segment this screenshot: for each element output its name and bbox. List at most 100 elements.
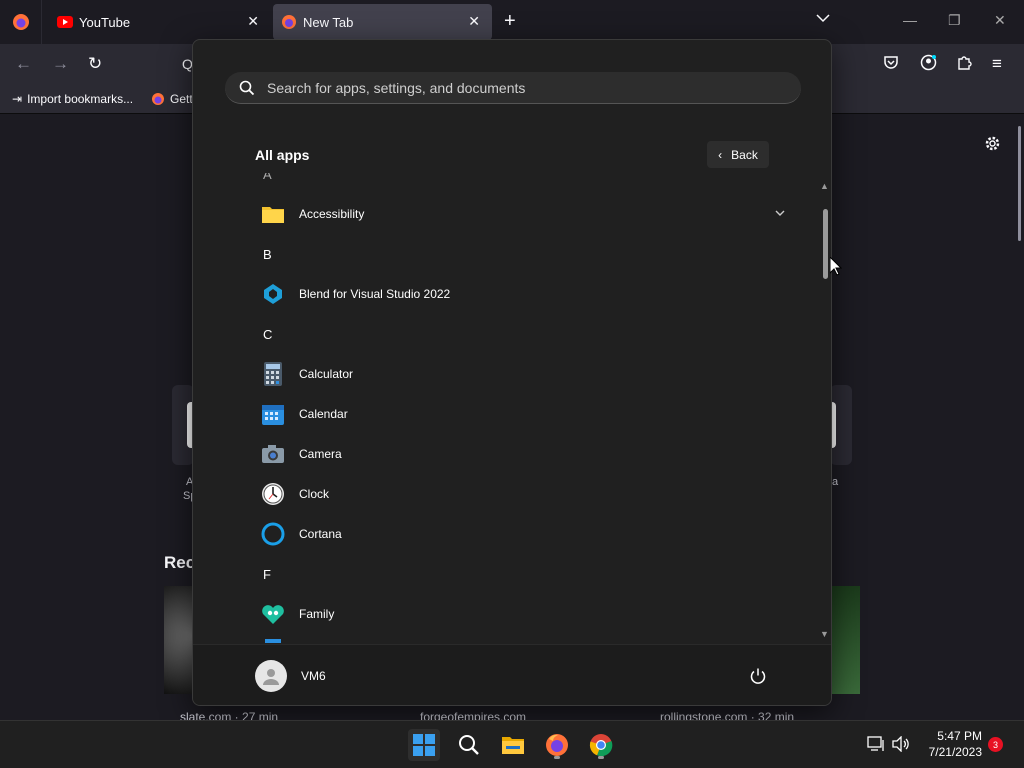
shortcut-tile[interactable] [172, 385, 194, 465]
app-blend[interactable]: Blend for Visual Studio 2022 [245, 274, 785, 314]
notification-badge[interactable]: 3 [988, 737, 1003, 752]
chevron-down-icon[interactable] [775, 206, 785, 220]
next-app-icon-partial [265, 639, 281, 643]
running-indicator [598, 756, 604, 759]
app-label: Cortana [299, 527, 342, 541]
taskbar-firefox[interactable] [541, 729, 573, 761]
import-icon: ⇥ [12, 92, 23, 106]
page-scrollbar[interactable] [1018, 126, 1021, 241]
clock-icon [251, 474, 295, 514]
bookmark-getting-started[interactable]: Gett [151, 92, 193, 106]
back-arrow-icon[interactable]: ← [15, 54, 32, 74]
app-label: Clock [299, 487, 330, 501]
recent-thumbnail[interactable] [832, 586, 860, 694]
bookmark-label: Import bookmarks... [27, 92, 134, 106]
close-window-icon[interactable]: ✕ [994, 12, 1006, 29]
app-label: Calendar [299, 407, 348, 421]
app-clock[interactable]: Clock [245, 474, 785, 514]
reload-icon[interactable]: ↻ [88, 54, 102, 74]
firefox-icon [282, 15, 296, 29]
start-button[interactable] [408, 729, 440, 761]
start-icon [413, 734, 435, 756]
hamburger-menu-icon[interactable]: ≡ [992, 54, 1002, 74]
letter-header-a[interactable]: A [263, 173, 272, 182]
app-family[interactable]: Family [245, 594, 785, 634]
shortcut-label: a [832, 476, 839, 488]
minimize-icon[interactable]: — [903, 12, 917, 28]
power-icon[interactable] [749, 667, 767, 690]
folder-icon [251, 194, 295, 234]
taskbar-chrome[interactable] [585, 729, 617, 761]
account-icon[interactable] [920, 54, 937, 76]
letter-header-b[interactable]: B [263, 247, 272, 262]
scroll-up-arrow-icon[interactable]: ▲ [820, 181, 829, 191]
app-calculator[interactable]: Calculator [245, 354, 785, 394]
running-indicator [554, 756, 560, 759]
shortcut-tile[interactable] [830, 385, 852, 465]
app-camera[interactable]: Camera [245, 434, 785, 474]
tab-title: YouTube [79, 14, 131, 30]
system-clock[interactable]: 5:47 PM 7/21/2023 [916, 728, 982, 760]
tab-title: New Tab [303, 14, 354, 30]
calculator-icon [251, 354, 295, 394]
search-icon [459, 735, 479, 755]
letter-header-c[interactable]: C [263, 327, 272, 342]
app-label: Family [299, 607, 335, 621]
app-label: Accessibility [299, 207, 365, 221]
user-account-button[interactable]: VM6 [255, 660, 326, 692]
user-name: VM6 [301, 669, 326, 683]
volume-icon[interactable] [892, 735, 910, 757]
new-tab-plus-icon[interactable]: + [504, 10, 516, 33]
app-calendar[interactable]: Calendar [245, 394, 785, 434]
app-label: Calculator [299, 367, 354, 381]
bookmark-import[interactable]: ⇥ Import bookmarks... [12, 92, 133, 106]
chevron-left-icon: ‹ [718, 147, 723, 162]
app-label: Blend for Visual Studio 2022 [299, 287, 451, 301]
back-label: Back [731, 147, 758, 162]
clock-date: 7/21/2023 [928, 745, 982, 759]
forward-arrow-icon[interactable]: → [52, 54, 69, 74]
all-apps-list: A Accessibility B Blend for Visual Studi… [193, 173, 813, 643]
start-menu-footer: VM6 [193, 644, 831, 705]
blend-icon [251, 274, 295, 314]
gear-icon[interactable] [984, 135, 1001, 157]
user-icon [263, 669, 279, 685]
firefox-icon [152, 93, 164, 105]
close-tab-icon[interactable]: ✕ [468, 13, 480, 30]
cortana-icon [251, 514, 295, 554]
restore-icon[interactable]: ❐ [948, 12, 961, 29]
scroll-down-arrow-icon[interactable]: ▼ [820, 629, 829, 639]
letter-header-f[interactable]: F [263, 567, 271, 582]
app-list-scrollbar-thumb[interactable] [823, 209, 828, 279]
chrome-icon [589, 734, 613, 757]
firefox-view-button[interactable] [0, 0, 42, 44]
search-placeholder: Search for apps, settings, and documents [267, 79, 526, 96]
pocket-icon[interactable] [883, 54, 899, 75]
tab-youtube[interactable]: YouTube ✕ [43, 0, 271, 44]
firefox-icon [12, 14, 29, 30]
recent-thumbnail[interactable] [164, 586, 194, 694]
family-icon [251, 594, 295, 634]
camera-icon [251, 434, 295, 474]
extensions-puzzle-icon[interactable] [956, 54, 972, 75]
firefox-icon [546, 734, 568, 756]
taskbar-search-button[interactable] [453, 729, 485, 761]
app-cortana[interactable]: Cortana [245, 514, 785, 554]
taskbar: 5:47 PM 7/21/2023 3 [0, 720, 1024, 768]
mouse-cursor-icon [829, 255, 843, 281]
list-all-tabs-chevron-icon[interactable] [816, 10, 830, 26]
youtube-icon [57, 16, 73, 28]
network-icon[interactable] [867, 736, 885, 757]
taskbar-file-explorer[interactable] [497, 729, 529, 761]
start-menu: Search for apps, settings, and documents… [192, 39, 832, 706]
close-tab-icon[interactable]: ✕ [247, 13, 259, 30]
app-accessibility[interactable]: Accessibility [245, 194, 785, 234]
all-apps-heading: All apps [255, 147, 310, 163]
browser-tab-bar: YouTube ✕ New Tab ✕ + — ❐ ✕ [0, 0, 1024, 44]
app-label: Camera [299, 447, 342, 461]
file-explorer-icon [502, 737, 524, 754]
tab-new-tab[interactable]: New Tab ✕ [273, 4, 492, 40]
back-button[interactable]: ‹ Back [707, 141, 769, 168]
recent-activity-heading: Rec [164, 553, 196, 572]
start-search-box[interactable]: Search for apps, settings, and documents [225, 72, 801, 104]
